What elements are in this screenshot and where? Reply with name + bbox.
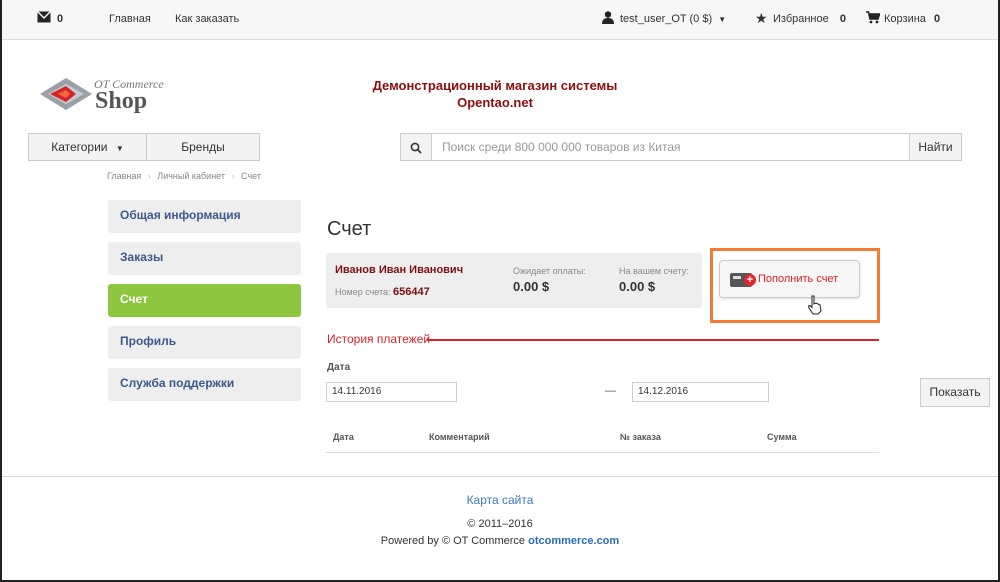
date-filter-label: Дата bbox=[327, 362, 351, 373]
breadcrumb-current: Счет bbox=[241, 171, 261, 181]
messages-count[interactable]: 0 bbox=[57, 13, 63, 25]
powered-by: Powered by © OT Commerce otcommerce.com bbox=[0, 535, 1000, 547]
balance-value: 0.00 $ bbox=[619, 279, 656, 294]
cart-icon bbox=[866, 11, 881, 27]
date-from-input[interactable]: 14.11.2016 bbox=[326, 382, 457, 402]
awaiting-payment-value: 0.00 $ bbox=[513, 279, 550, 294]
account-summary: Иванов Иван Иванович Номер счета: 656447… bbox=[326, 253, 702, 308]
plus-circle-icon: + bbox=[744, 274, 756, 286]
sidebar-item-profile[interactable]: Профиль bbox=[108, 326, 301, 359]
favorites-count: 0 bbox=[839, 13, 846, 25]
account-holder-name: Иванов Иван Иванович bbox=[335, 264, 464, 276]
user-menu[interactable]: test_user_OT (0 $) ▼ bbox=[620, 13, 726, 25]
breadcrumb-home[interactable]: Главная bbox=[107, 171, 141, 181]
chevron-right-icon: › bbox=[231, 171, 235, 181]
sidebar-item-account[interactable]: Счет bbox=[108, 284, 301, 317]
logo-text: Shop bbox=[95, 88, 148, 114]
caret-down-icon: ▼ bbox=[718, 15, 727, 24]
table-divider bbox=[326, 452, 879, 453]
brands-button[interactable]: Бренды bbox=[146, 133, 260, 161]
cart-count: 0 bbox=[933, 13, 941, 25]
account-number-label: Номер счета: bbox=[335, 287, 391, 297]
user-name: test_user_OT (0 $) bbox=[620, 13, 713, 25]
copyright: © 2011–2016 bbox=[467, 518, 533, 530]
account-number: 656447 bbox=[393, 286, 430, 298]
breadcrumb-cabinet[interactable]: Личный кабинет bbox=[157, 171, 225, 181]
search-input[interactable]: Поиск среди 800 000 000 товаров из Китая bbox=[431, 133, 910, 161]
column-header-date: Дата bbox=[333, 432, 354, 442]
store-title-line1: Демонстрационный магазин системы bbox=[372, 78, 618, 93]
date-to-input[interactable]: 14.12.2016 bbox=[632, 382, 769, 402]
breadcrumb: Главная › Личный кабинет › Счет bbox=[107, 171, 261, 181]
favorites-label: Избранное bbox=[773, 13, 829, 25]
store-title: Демонстрационный магазин системы Opentao… bbox=[360, 77, 630, 111]
search-icon[interactable] bbox=[400, 133, 432, 161]
sidebar-item-general-info[interactable]: Общая информация bbox=[108, 200, 301, 233]
star-icon: ★ bbox=[755, 10, 768, 26]
otcommerce-link[interactable]: otcommerce.com bbox=[528, 535, 619, 547]
column-header-order-number: № заказа bbox=[620, 432, 661, 442]
column-header-comment: Комментарий bbox=[429, 432, 490, 442]
cart-label: Корзина bbox=[884, 13, 926, 25]
date-separator: — bbox=[605, 385, 616, 397]
categories-button[interactable]: Категории ▼ bbox=[28, 133, 147, 161]
sidebar-item-support[interactable]: Служба поддержки bbox=[108, 368, 301, 401]
cart-link[interactable]: Корзина 0 bbox=[884, 13, 940, 25]
sidebar-item-orders[interactable]: Заказы bbox=[108, 242, 301, 275]
top-bar: 0 Главная Как заказать test_user_OT (0 $… bbox=[2, 0, 998, 40]
favorites-link[interactable]: Избранное 0 bbox=[773, 13, 846, 25]
top-up-button[interactable]: + Пополнить счет bbox=[719, 260, 860, 298]
powered-by-text: Powered by © OT Commerce bbox=[380, 535, 526, 547]
store-title-line2: Opentao.net bbox=[457, 95, 533, 110]
account-number-row: Номер счета: 656447 bbox=[335, 286, 430, 298]
envelope-icon[interactable] bbox=[36, 10, 52, 26]
categories-label: Категории bbox=[51, 140, 108, 154]
how-to-order-link[interactable]: Как заказать bbox=[175, 13, 239, 25]
footer-divider bbox=[2, 476, 998, 477]
search-button[interactable]: Найти bbox=[909, 133, 962, 161]
awaiting-payment-label: Ожидает оплаты: bbox=[513, 266, 586, 276]
balance-label: На вашем счету: bbox=[619, 266, 689, 276]
column-header-amount: Сумма bbox=[767, 432, 797, 442]
logo-diamond-icon bbox=[40, 78, 92, 110]
chevron-right-icon: › bbox=[147, 171, 151, 181]
payment-history-title: История платежей bbox=[327, 332, 431, 346]
hand-cursor-icon bbox=[807, 295, 823, 315]
page-title: Счет bbox=[327, 218, 372, 240]
show-button[interactable]: Показать bbox=[920, 378, 990, 407]
home-link[interactable]: Главная bbox=[109, 13, 151, 25]
sitemap-link[interactable]: Карта сайта bbox=[0, 493, 1000, 507]
history-divider bbox=[427, 339, 879, 341]
top-up-label: Пополнить счет bbox=[758, 273, 839, 285]
caret-down-icon: ▼ bbox=[115, 144, 124, 153]
user-icon bbox=[602, 11, 614, 27]
